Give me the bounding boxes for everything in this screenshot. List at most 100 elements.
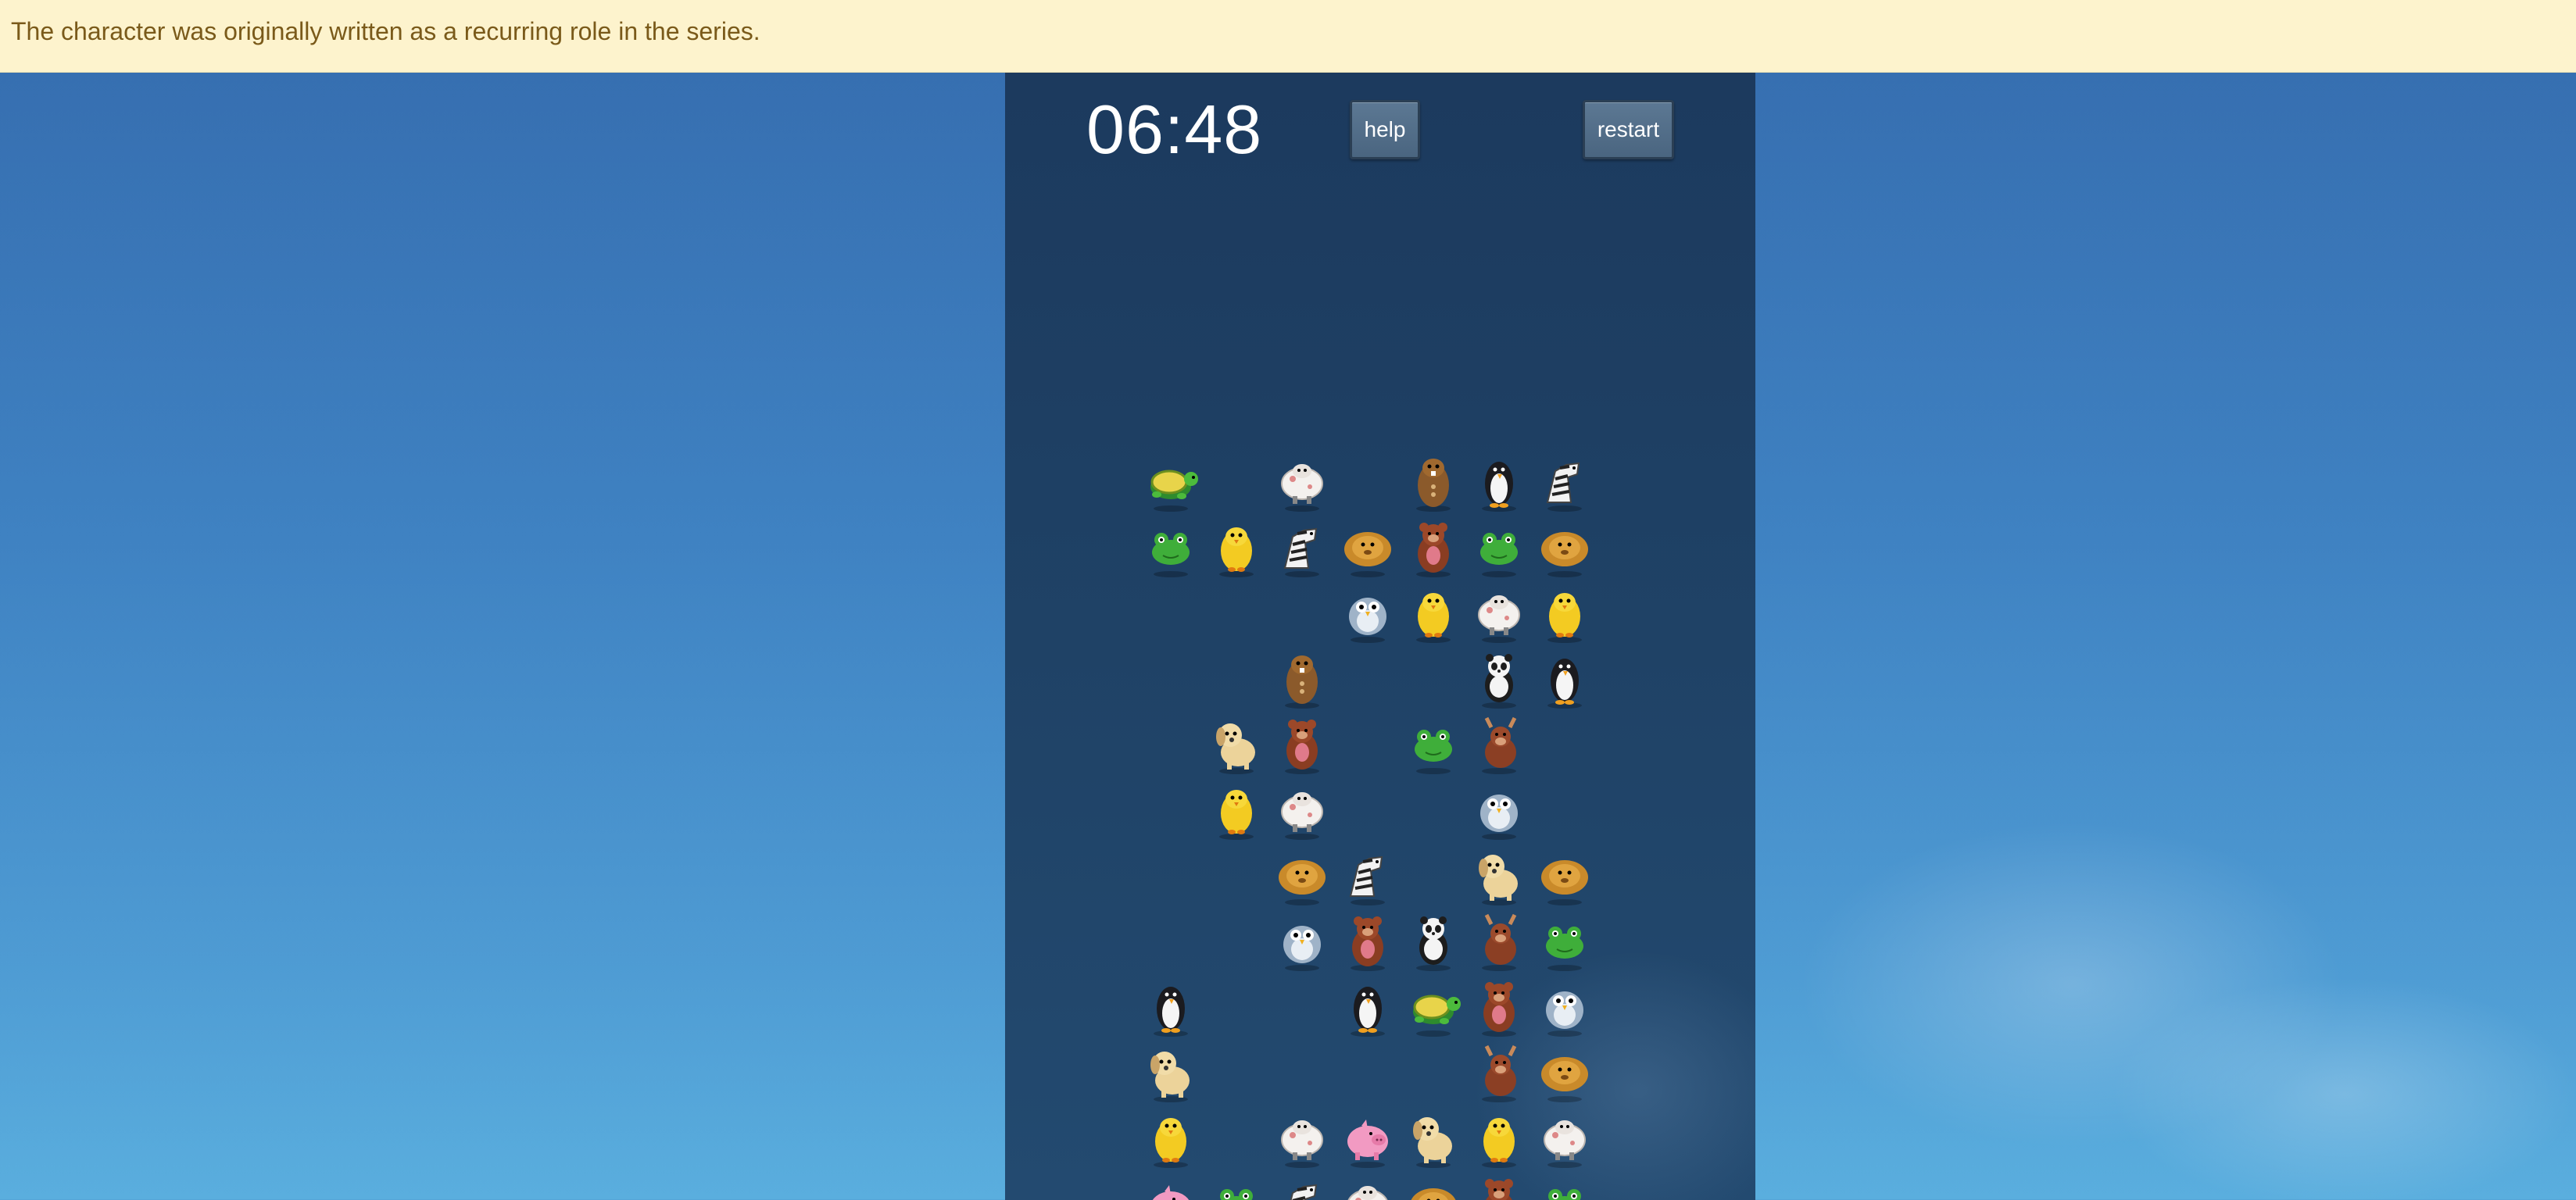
sheep-icon: [1347, 1186, 1388, 1200]
tile-dog[interactable]: [1466, 841, 1532, 907]
moose-icon: [1482, 1045, 1517, 1102]
countdown-timer: 06:48: [1086, 91, 1263, 168]
frog-icon: [1548, 1189, 1581, 1200]
lion-icon: [1411, 1188, 1456, 1200]
owl-icon: [1546, 991, 1583, 1037]
pig-icon: [1152, 1185, 1190, 1200]
tile-chick[interactable]: [1466, 1104, 1532, 1170]
tile-lion[interactable]: [1532, 1038, 1597, 1104]
frog-icon: [1220, 1189, 1253, 1200]
tile-bear[interactable]: [1466, 1170, 1532, 1200]
dog-icon: [1479, 855, 1518, 905]
tile-sheep[interactable]: [1269, 1104, 1335, 1170]
chick-icon: [1219, 790, 1254, 840]
tile-frog[interactable]: [1532, 907, 1597, 973]
tile-moose[interactable]: [1466, 1038, 1532, 1104]
game-panel: 06:48 help restart: [1005, 73, 1755, 1200]
tile-owl[interactable]: [1335, 579, 1401, 645]
tile-lion[interactable]: [1401, 1170, 1466, 1200]
tile-penguin[interactable]: [1138, 973, 1204, 1038]
tile-board: [1138, 448, 1607, 1200]
help-button[interactable]: help: [1350, 100, 1420, 159]
tile-zebra[interactable]: [1269, 1170, 1335, 1200]
tile-penguin[interactable]: [1466, 448, 1532, 513]
tile-dog[interactable]: [1138, 1038, 1204, 1104]
tile-chick[interactable]: [1204, 513, 1269, 579]
beaver-icon: [1285, 655, 1319, 709]
chick-icon: [1154, 1118, 1188, 1168]
frog-icon: [1480, 533, 1518, 577]
penguin-icon: [1154, 987, 1188, 1037]
zebra-icon: [1349, 855, 1385, 905]
tile-panda[interactable]: [1401, 907, 1466, 973]
owl-icon: [1283, 926, 1321, 971]
bear-icon: [1285, 720, 1319, 774]
penguin-icon: [1547, 659, 1582, 709]
tile-moose[interactable]: [1466, 710, 1532, 776]
panda-icon: [1416, 916, 1451, 971]
tile-chick[interactable]: [1138, 1104, 1204, 1170]
tile-frog[interactable]: [1138, 513, 1204, 579]
turtle-icon: [1413, 995, 1461, 1037]
tile-pig[interactable]: [1138, 1170, 1204, 1200]
tile-bear[interactable]: [1466, 973, 1532, 1038]
tile-owl[interactable]: [1532, 973, 1597, 1038]
bear-icon: [1351, 916, 1385, 971]
tile-penguin[interactable]: [1532, 645, 1597, 710]
tile-lion[interactable]: [1532, 841, 1597, 907]
tile-frog[interactable]: [1401, 710, 1466, 776]
sky-cloud: [2110, 977, 2576, 1200]
lion-icon: [1541, 1057, 1588, 1102]
tile-panda[interactable]: [1466, 645, 1532, 710]
tile-sheep[interactable]: [1466, 579, 1532, 645]
lion-icon: [1344, 532, 1391, 577]
pig-icon: [1347, 1120, 1388, 1168]
sheep-icon: [1281, 464, 1323, 512]
tile-lion[interactable]: [1532, 513, 1597, 579]
tile-turtle[interactable]: [1401, 973, 1466, 1038]
tile-bear[interactable]: [1401, 513, 1466, 579]
tile-sheep[interactable]: [1335, 1170, 1401, 1200]
dog-icon: [1413, 1117, 1452, 1168]
tile-beaver[interactable]: [1269, 645, 1335, 710]
tile-beaver[interactable]: [1401, 448, 1466, 513]
tile-pig[interactable]: [1335, 1104, 1401, 1170]
tile-dog[interactable]: [1401, 1104, 1466, 1170]
zebra-icon: [1283, 527, 1319, 577]
notification-banner: The character was originally written as …: [0, 0, 2576, 73]
tile-moose[interactable]: [1466, 907, 1532, 973]
tile-lion[interactable]: [1269, 841, 1335, 907]
restart-button[interactable]: restart: [1583, 100, 1674, 159]
tile-frog[interactable]: [1532, 1170, 1597, 1200]
tile-zebra[interactable]: [1532, 448, 1597, 513]
bear-icon: [1482, 982, 1516, 1037]
moose-icon: [1482, 913, 1517, 971]
turtle-icon: [1150, 470, 1198, 512]
tile-sheep[interactable]: [1269, 448, 1335, 513]
tile-turtle[interactable]: [1138, 448, 1204, 513]
tile-zebra[interactable]: [1335, 841, 1401, 907]
penguin-icon: [1482, 462, 1516, 512]
lion-icon: [1541, 532, 1588, 577]
sheep-icon: [1478, 595, 1520, 643]
tile-penguin[interactable]: [1335, 973, 1401, 1038]
tile-sheep[interactable]: [1269, 776, 1335, 841]
tile-owl[interactable]: [1466, 776, 1532, 841]
dog-icon: [1216, 723, 1255, 774]
tile-dog[interactable]: [1204, 710, 1269, 776]
tile-frog[interactable]: [1466, 513, 1532, 579]
tile-frog[interactable]: [1204, 1170, 1269, 1200]
lion-icon: [1541, 860, 1588, 905]
tile-chick[interactable]: [1401, 579, 1466, 645]
tile-chick[interactable]: [1532, 579, 1597, 645]
tile-zebra[interactable]: [1269, 513, 1335, 579]
tile-owl[interactable]: [1269, 907, 1335, 973]
tile-bear[interactable]: [1269, 710, 1335, 776]
lion-icon: [1279, 860, 1326, 905]
tile-lion[interactable]: [1335, 513, 1401, 579]
tile-bear[interactable]: [1335, 907, 1401, 973]
tile-sheep[interactable]: [1532, 1104, 1597, 1170]
tile-chick[interactable]: [1204, 776, 1269, 841]
zebra-icon: [1290, 1184, 1318, 1200]
chick-icon: [1547, 593, 1582, 643]
